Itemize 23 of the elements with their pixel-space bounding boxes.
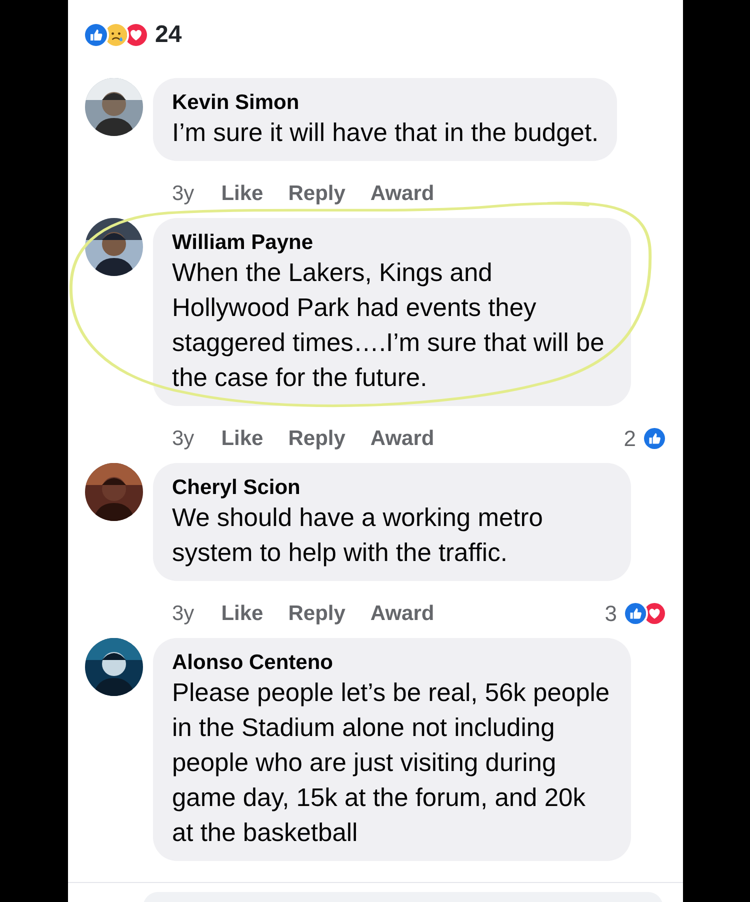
comment-action-link[interactable]: Award <box>370 422 434 454</box>
reaction-count[interactable]: 24 <box>155 21 182 48</box>
comment-action-link[interactable]: Like <box>221 422 264 454</box>
comment-time: 3y <box>172 180 194 207</box>
author-name[interactable]: Alonso Centeno <box>172 650 613 676</box>
comment-action-link[interactable]: Like <box>221 178 264 210</box>
author-name[interactable]: William Payne <box>172 230 613 256</box>
reaction-count[interactable]: 2 <box>624 422 636 455</box>
comment-text: I’m sure it will have that in the budget. <box>172 118 599 149</box>
author-name[interactable]: Kevin Simon <box>172 90 599 116</box>
comment-time: 3y <box>172 600 194 627</box>
comment-action-link[interactable]: Reply <box>288 598 346 630</box>
reaction-count[interactable]: 3 <box>604 597 617 630</box>
comment-action-link[interactable]: Reply <box>288 422 346 454</box>
comment-text: When the Lakers, Kings and Hollywood Park had events they staggered times….I’m sure that will be the case for the future. <box>172 258 606 394</box>
comment-action-link[interactable]: Like <box>221 598 264 630</box>
comment-action-link[interactable]: Award <box>370 178 434 210</box>
comment-action-link[interactable]: Award <box>370 598 434 630</box>
comment-time: 3y <box>172 426 194 452</box>
author-name[interactable]: Cheryl Scion <box>172 475 613 501</box>
comment-action-link[interactable]: Reply <box>288 178 346 210</box>
comment-text: Please people let’s be real, 56k people in the Stadium alone not including people who are just visiting during game day, 15k at the forum, and 20k at the basketball <box>172 678 611 849</box>
comment-text: We should have a working metro system to help with the traffic. <box>172 503 544 569</box>
